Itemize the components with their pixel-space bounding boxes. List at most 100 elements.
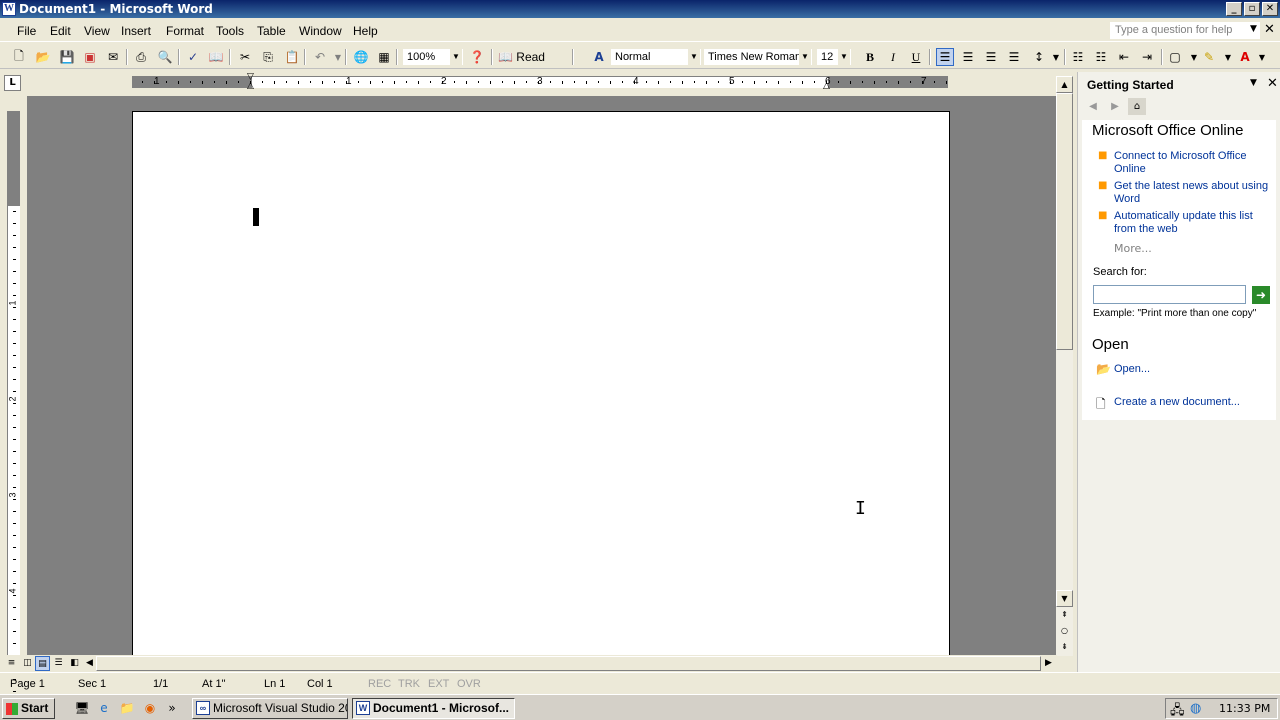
document-page[interactable] <box>132 111 950 656</box>
copy-icon[interactable]: ⎘ <box>259 48 277 66</box>
paste-icon[interactable]: 📋 <box>283 48 301 66</box>
task-pane-close-icon[interactable]: ✕ <box>1267 76 1278 91</box>
task-pane-menu-icon[interactable]: ▼ <box>1250 78 1257 88</box>
new-document-icon[interactable]: 🗋 <box>10 48 28 66</box>
word-app-icon[interactable]: W <box>2 2 16 16</box>
line-spacing-dropdown-icon[interactable]: ▼ <box>1047 48 1065 66</box>
restore-button[interactable]: ▫ <box>1244 2 1260 16</box>
align-right-icon[interactable]: ☰ <box>982 48 1000 66</box>
menu-table[interactable]: Table <box>257 24 286 38</box>
web-layout-view-icon[interactable]: ◫ <box>20 656 35 671</box>
increase-indent-icon[interactable]: ⇥ <box>1138 48 1156 66</box>
permission-icon[interactable]: ▣ <box>81 48 99 66</box>
next-page-icon[interactable]: ⇟ <box>1056 639 1073 656</box>
font-color-icon[interactable]: A <box>1236 48 1254 66</box>
hyperlink-icon[interactable]: 🌐 <box>352 48 370 66</box>
style-select[interactable]: Normal ▼ <box>610 48 702 66</box>
quick-launch-more-icon[interactable]: » <box>164 700 180 716</box>
zoom-select[interactable]: 100% ▼ <box>402 48 464 66</box>
bold-button[interactable]: B <box>861 48 879 66</box>
menu-tools[interactable]: Tools <box>216 24 244 38</box>
save-icon[interactable]: 💾 <box>58 48 76 66</box>
internet-explorer-icon[interactable]: e <box>96 700 112 716</box>
status-ovr[interactable]: OVR <box>457 678 481 690</box>
latest-news-link[interactable]: Get the latest news about using Word <box>1114 180 1274 206</box>
help-dropdown-icon[interactable]: ▼ <box>1250 24 1257 34</box>
create-new-document-link[interactable]: Create a new document... <box>1114 396 1274 409</box>
borders-icon[interactable]: ▢ <box>1166 48 1184 66</box>
auto-update-link[interactable]: Automatically update this list from the … <box>1114 210 1274 236</box>
menu-edit[interactable]: Edit <box>50 24 71 38</box>
print-icon[interactable]: ⎙ <box>132 48 150 66</box>
line-spacing-icon[interactable]: ↕ <box>1030 48 1048 66</box>
horizontal-scroll-track[interactable] <box>96 656 1041 671</box>
back-icon[interactable]: ◀ <box>1084 98 1102 115</box>
network-icon[interactable]: 🖧 <box>1170 701 1185 720</box>
messenger-icon[interactable]: ◍ <box>1190 701 1201 716</box>
menu-help[interactable]: Help <box>353 24 378 38</box>
search-go-icon[interactable]: ➜ <box>1252 286 1270 304</box>
menu-window[interactable]: Window <box>299 24 342 38</box>
open-folder-icon[interactable]: 📂 <box>34 48 52 66</box>
vertical-ruler[interactable]: 1 2 3 4 <box>7 111 20 716</box>
decrease-indent-icon[interactable]: ⇤ <box>1115 48 1133 66</box>
help-icon[interactable]: ❓ <box>468 48 486 66</box>
close-button[interactable]: ✕ <box>1262 2 1278 16</box>
numbering-icon[interactable]: ☷ <box>1069 48 1087 66</box>
search-input[interactable] <box>1093 285 1246 304</box>
previous-page-icon[interactable]: ⇞ <box>1056 607 1073 624</box>
print-layout-view-icon[interactable]: ▤ <box>35 656 50 671</box>
highlight-dropdown-icon[interactable]: ▼ <box>1219 48 1237 66</box>
undo-icon[interactable]: ↶ <box>311 48 329 66</box>
vertical-scrollbar[interactable]: ▲ ▼ ⇞ ○ ⇟ <box>1056 76 1073 656</box>
firefox-icon[interactable]: ◉ <box>142 700 158 716</box>
clock[interactable]: 11:33 PM <box>1219 702 1270 715</box>
font-select[interactable]: Times New Roman ▼ <box>703 48 813 66</box>
minimize-button[interactable]: _ <box>1226 2 1242 16</box>
table-icon[interactable]: ▦ <box>375 48 393 66</box>
styles-formatting-icon[interactable]: A <box>590 48 608 66</box>
bullets-icon[interactable]: ☷ <box>1092 48 1110 66</box>
menu-file[interactable]: File <box>17 24 36 38</box>
font-color-dropdown-icon[interactable]: ▼ <box>1253 48 1271 66</box>
task-pane-title[interactable]: Getting Started <box>1087 78 1174 92</box>
scroll-up-icon[interactable]: ▲ <box>1056 76 1073 93</box>
font-size-select[interactable]: 12 ▼ <box>816 48 852 66</box>
status-rec[interactable]: REC <box>368 678 391 690</box>
connect-office-online-link[interactable]: Connect to Microsoft Office Online <box>1114 150 1274 176</box>
tab-selector[interactable]: L <box>4 75 21 91</box>
taskbar-item-visual-studio[interactable]: ∞ Microsoft Visual Studio 20... <box>192 698 348 719</box>
align-center-icon[interactable]: ☰ <box>959 48 977 66</box>
italic-button[interactable]: I <box>884 48 902 66</box>
print-preview-icon[interactable]: 🔍 <box>156 48 174 66</box>
explorer-icon[interactable]: 📁 <box>119 700 135 716</box>
ask-question-input[interactable]: Type a question for help <box>1110 22 1260 39</box>
select-browse-object-icon[interactable]: ○ <box>1056 623 1073 640</box>
spelling-icon[interactable]: ✓ <box>184 48 202 66</box>
cut-icon[interactable]: ✂ <box>236 48 254 66</box>
status-ext[interactable]: EXT <box>428 678 449 690</box>
horizontal-scroll-thumb[interactable] <box>96 656 1041 671</box>
start-button[interactable]: Start <box>2 698 55 719</box>
underline-button[interactable]: U <box>907 48 925 66</box>
menu-format[interactable]: Format <box>166 24 204 38</box>
home-icon[interactable]: ⌂ <box>1128 98 1146 115</box>
read-button[interactable]: 📖 Read <box>498 48 548 66</box>
open-link[interactable]: Open... <box>1114 363 1274 376</box>
document-close-icon[interactable]: ✕ <box>1264 22 1275 37</box>
scroll-down-icon[interactable]: ▼ <box>1056 590 1073 607</box>
taskbar-item-word[interactable]: W Document1 - Microsof... <box>352 698 515 719</box>
reading-layout-view-icon[interactable]: ◧ <box>67 656 82 671</box>
status-trk[interactable]: TRK <box>398 678 420 690</box>
normal-view-icon[interactable]: ≡ <box>4 656 19 671</box>
scroll-thumb[interactable] <box>1056 93 1073 350</box>
forward-icon[interactable]: ▶ <box>1106 98 1124 115</box>
outline-view-icon[interactable]: ☰ <box>51 656 66 671</box>
more-link[interactable]: More... <box>1114 242 1152 255</box>
align-left-icon[interactable]: ☰ <box>936 48 954 66</box>
justify-icon[interactable]: ☰ <box>1005 48 1023 66</box>
menu-insert[interactable]: Insert <box>121 24 151 38</box>
menu-view[interactable]: View <box>84 24 110 38</box>
scroll-left-icon[interactable]: ◀ <box>82 656 97 671</box>
horizontal-ruler[interactable]: 1 1 2 3 4 5 6 7 ▽ △ △ <box>132 72 948 91</box>
